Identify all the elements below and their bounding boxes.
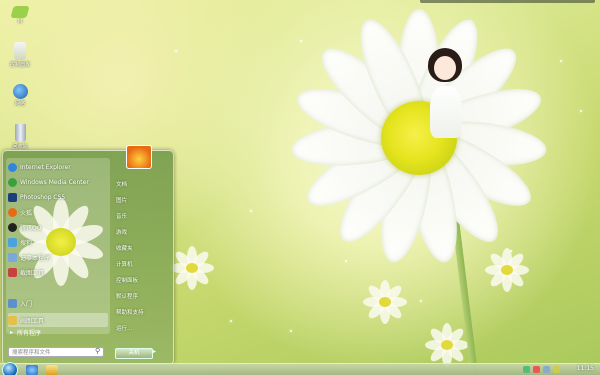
program-notepad[interactable]: 记事本程序: [8, 250, 50, 264]
tray-network-icon[interactable]: [523, 366, 530, 373]
program-media-center[interactable]: Windows Media Center: [8, 175, 89, 189]
link-help-support[interactable]: 帮助和支持: [116, 308, 144, 316]
computer-icon: [10, 6, 30, 18]
sparkle: [420, 300, 422, 302]
link-default-programs[interactable]: 默认程序: [116, 292, 138, 300]
search-icon: ⚲: [95, 347, 101, 355]
start-menu-programs-pane: Internet Explorer Windows Media Center P…: [6, 158, 110, 334]
program-paint[interactable]: 画图工具: [8, 313, 108, 327]
start-menu: Internet Explorer Windows Media Center P…: [2, 150, 174, 365]
program-photoshop[interactable]: Photoshop CS5: [8, 190, 65, 204]
link-music[interactable]: 音乐: [116, 212, 127, 220]
user-picture-avatar[interactable]: [126, 145, 152, 169]
girl-figure: [424, 42, 472, 142]
top-gadget-bar: [420, 0, 595, 3]
program-firefox[interactable]: 火狐: [8, 205, 32, 219]
link-control-panel[interactable]: 控制面板: [116, 276, 138, 284]
clock[interactable]: 11:15: [577, 365, 594, 372]
recycle-bin-icon: [14, 124, 26, 142]
taskbar: 11:15: [0, 362, 600, 375]
media-center-icon: [8, 177, 17, 187]
link-documents[interactable]: 文档: [116, 180, 127, 188]
tray-volume-icon[interactable]: [543, 366, 550, 373]
program-qq[interactable]: 腾讯QQ: [8, 220, 41, 234]
taskbar-explorer-icon[interactable]: [46, 365, 58, 375]
start-button[interactable]: [2, 362, 18, 375]
taskbar-ie-icon[interactable]: [26, 365, 38, 375]
documents-icon: [14, 42, 26, 60]
qq-icon: [8, 222, 17, 232]
sparkle: [175, 50, 177, 52]
triangle-right-icon: ▸: [10, 328, 14, 336]
sparkle: [300, 40, 302, 42]
link-computer[interactable]: 计算机: [116, 260, 133, 268]
link-pictures[interactable]: 图片: [116, 196, 127, 204]
program-internet-explorer[interactable]: Internet Explorer: [8, 160, 71, 174]
sparkle: [250, 210, 252, 212]
all-programs-button[interactable]: ▸ 所有程序: [6, 326, 110, 338]
desktop-icon-documents[interactable]: 控制面板: [6, 42, 34, 68]
notepad-icon: [8, 252, 17, 262]
firefox-icon: [8, 207, 17, 217]
program-snipping-tool[interactable]: 截图工具: [8, 265, 44, 279]
sparkle: [580, 110, 582, 112]
photoshop-icon: [8, 192, 17, 202]
sogou-icon: [8, 237, 17, 247]
start-menu-links-pane: 文档 图片 音乐 游戏 收藏夹 计算机 控制面板 默认程序 帮助和支持 运行..…: [114, 158, 170, 358]
paint-icon: [8, 315, 17, 325]
link-favorites[interactable]: 收藏夹: [116, 244, 133, 252]
desktop-icon-network[interactable]: 网络: [6, 84, 34, 107]
tray-input-icon[interactable]: [553, 366, 560, 373]
program-getting-started[interactable]: 入门: [8, 296, 32, 310]
link-run[interactable]: 运行...: [116, 324, 132, 332]
ie-icon: [8, 162, 17, 172]
desktop: M 控制面板 网络 回收站 Internet Explorer Windows …: [0, 0, 600, 375]
link-games[interactable]: 游戏: [116, 228, 127, 236]
sparkle: [345, 260, 347, 262]
sparkle: [290, 330, 292, 332]
getting-started-icon: [8, 298, 17, 308]
network-icon: [12, 84, 28, 99]
program-sogou[interactable]: 搜狗: [8, 235, 32, 249]
sparkle: [560, 60, 562, 62]
snipping-icon: [8, 267, 17, 277]
search-input[interactable]: 搜索程序和文件: [8, 347, 104, 357]
desktop-icon-computer[interactable]: M: [6, 6, 34, 25]
desktop-icon-recycle-bin[interactable]: 回收站: [6, 124, 34, 150]
sparkle: [230, 320, 232, 322]
tray-flag-icon[interactable]: [533, 366, 540, 373]
